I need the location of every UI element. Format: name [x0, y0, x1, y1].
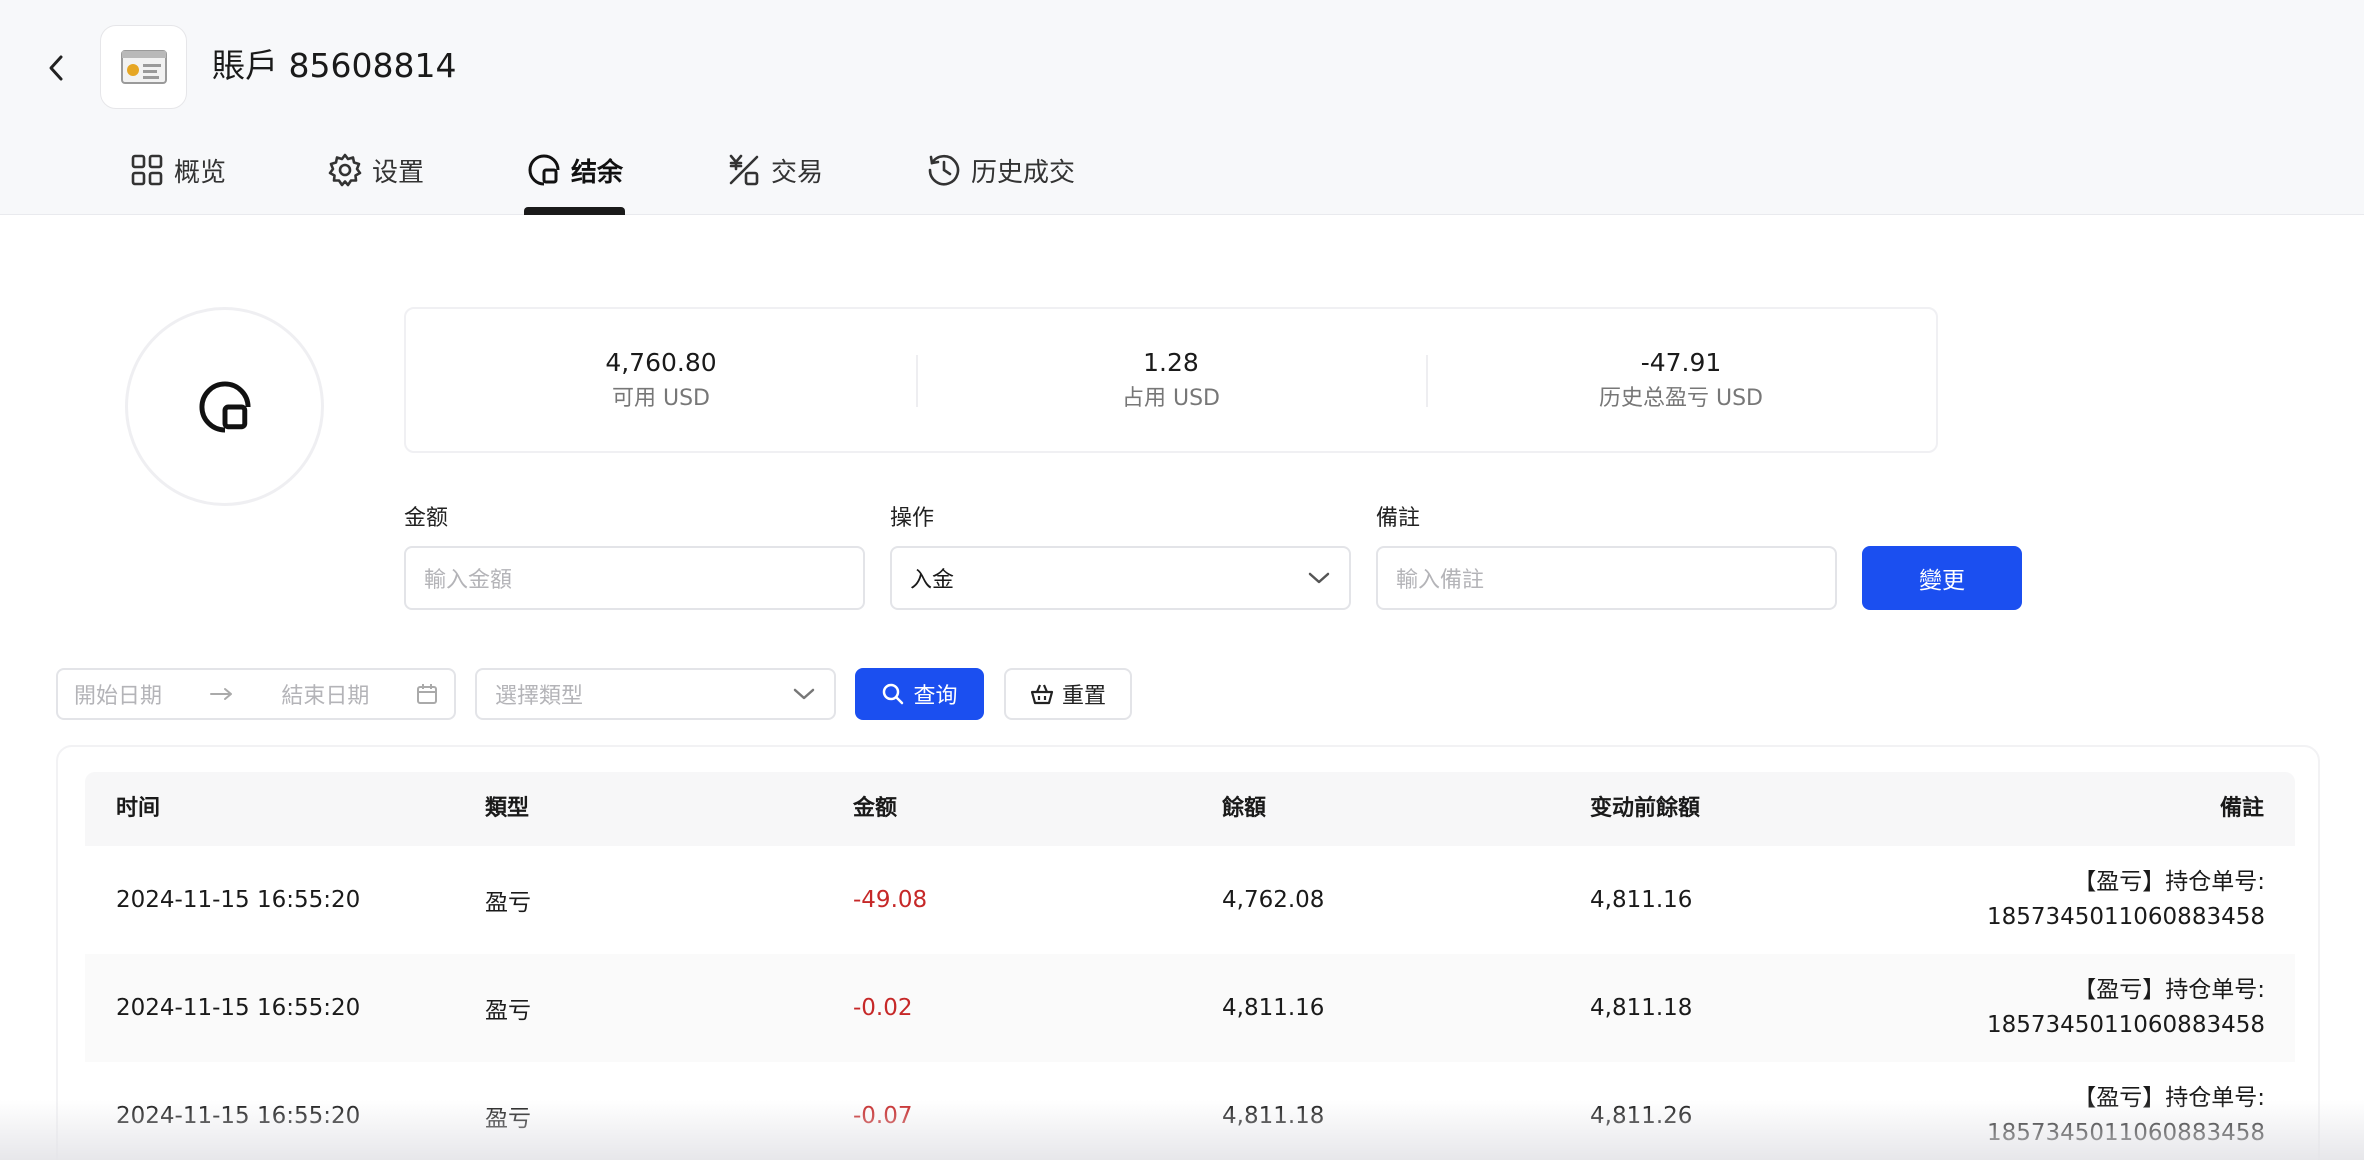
tab-balance[interactable]: 结余 — [527, 140, 623, 200]
transactions-table: 时间 類型 金额 餘額 变动前餘額 備註 2024-11-15 16:55:20… — [56, 745, 2320, 1160]
cell-balance: 4,811.18 — [1222, 1103, 1325, 1129]
cell-time: 2024-11-15 16:55:20 — [116, 1103, 361, 1129]
account-header: 賬戶 85608814 概览 设置 结余 交易 历史成交 — [0, 0, 2364, 215]
tab-history[interactable]: 历史成交 — [927, 140, 1075, 200]
cell-before-balance: 4,811.18 — [1590, 995, 1693, 1021]
tab-label: 概览 — [174, 157, 227, 188]
tab-bar: 概览 设置 结余 交易 历史成交 — [0, 140, 1200, 215]
tab-label: 历史成交 — [971, 157, 1076, 188]
chevron-left-icon — [49, 55, 63, 81]
cell-amount: -49.08 — [853, 887, 928, 913]
chevron-down-icon — [1308, 572, 1330, 584]
active-tab-indicator — [524, 207, 625, 215]
remark-placeholder: 輸入備註 — [1396, 568, 1485, 593]
basket-icon — [1030, 684, 1054, 705]
operation-value: 入金 — [910, 568, 955, 593]
start-date-placeholder: 開始日期 — [74, 684, 163, 709]
remark-line: 【盈亏】持仓单号: — [2073, 977, 2265, 1003]
amount-input[interactable]: 輸入金額 — [404, 546, 865, 610]
tab-label: 交易 — [771, 157, 824, 188]
table-row[interactable]: 2024-11-15 16:55:20 盈亏 -49.08 4,762.08 4… — [85, 846, 2295, 954]
cell-before-balance: 4,811.16 — [1590, 887, 1693, 913]
total-pnl-value: -47.91 — [1640, 348, 1722, 377]
reset-button[interactable]: 重置 — [1004, 668, 1132, 720]
cell-remark: 【盈亏】持仓单号: 1857345011060883458 — [1987, 954, 2265, 1062]
cell-time: 2024-11-15 16:55:20 — [116, 995, 361, 1021]
total-pnl-label: 历史总盈亏 USD — [1598, 386, 1763, 411]
occupied-label: 占用 USD — [1121, 386, 1220, 411]
arrow-right-icon — [209, 688, 232, 700]
operation-select[interactable]: 入金 — [890, 546, 1351, 610]
column-header-time: 时间 — [116, 796, 161, 821]
history-icon — [928, 154, 960, 186]
change-button-label: 變更 — [1919, 568, 1965, 594]
available-label: 可用 USD — [611, 386, 710, 411]
gear-icon — [328, 153, 362, 187]
balance-icon — [528, 154, 560, 186]
table-row[interactable]: 2024-11-15 16:55:20 盈亏 -0.07 4,811.18 4,… — [85, 1062, 2295, 1160]
cell-remark: 【盈亏】持仓单号: 1857345011060883458 — [1987, 846, 2265, 954]
query-label: 查询 — [913, 684, 958, 709]
table-header: 时间 類型 金额 餘額 变动前餘額 備註 — [85, 772, 2295, 846]
remark-order-id: 1857345011060883458 — [1986, 1012, 2265, 1038]
reset-label: 重置 — [1061, 684, 1106, 709]
total-pnl-stat: -47.91 历史总盈亏 USD — [1426, 309, 1936, 451]
cell-balance: 4,811.16 — [1222, 995, 1325, 1021]
remark-label: 備註 — [1376, 506, 1421, 531]
available-stat: 4,760.80 可用 USD — [406, 309, 916, 451]
tab-settings[interactable]: 设置 — [328, 140, 424, 200]
cell-amount: -0.02 — [853, 995, 913, 1021]
back-button[interactable] — [40, 48, 72, 88]
change-button[interactable]: 變更 — [1862, 546, 2022, 610]
tab-label: 设置 — [372, 157, 425, 188]
column-header-balance: 餘額 — [1222, 796, 1267, 821]
account-logo — [100, 25, 187, 109]
tab-trade[interactable]: 交易 — [727, 140, 823, 200]
end-date-placeholder: 結束日期 — [281, 684, 370, 709]
operation-label: 操作 — [890, 506, 935, 531]
query-button[interactable]: 查询 — [855, 668, 984, 720]
cell-remark: 【盈亏】持仓单号: 1857345011060883458 — [1987, 1062, 2265, 1160]
exchange-icon — [729, 154, 759, 186]
remark-order-id: 1857345011060883458 — [1986, 1120, 2265, 1146]
tab-label: 结余 — [571, 157, 624, 188]
balance-summary: 4,760.80 可用 USD 1.28 占用 USD -47.91 历史总盈亏… — [404, 307, 1938, 453]
amount-placeholder: 輸入金額 — [424, 568, 513, 593]
type-placeholder: 選擇類型 — [495, 684, 584, 709]
available-value: 4,760.80 — [605, 348, 717, 377]
calendar-icon — [417, 684, 437, 704]
column-header-remark: 備註 — [2219, 796, 2264, 821]
cell-amount: -0.07 — [853, 1103, 913, 1129]
id-card-icon — [120, 50, 167, 84]
table-row[interactable]: 2024-11-15 16:55:20 盈亏 -0.02 4,811.16 4,… — [85, 954, 2295, 1062]
remark-line: 【盈亏】持仓单号: — [2073, 869, 2265, 895]
remark-line: 【盈亏】持仓单号: — [2073, 1085, 2265, 1111]
chevron-down-icon — [793, 688, 815, 700]
cell-balance: 4,762.08 — [1222, 887, 1325, 913]
grid-icon — [131, 154, 163, 186]
cell-before-balance: 4,811.26 — [1590, 1103, 1693, 1129]
column-header-amount: 金额 — [853, 796, 898, 821]
search-icon — [883, 683, 904, 705]
date-range-picker[interactable]: 開始日期 結束日期 — [56, 668, 456, 720]
type-select[interactable]: 選擇類型 — [475, 668, 836, 720]
cell-type: 盈亏 — [485, 890, 531, 916]
column-header-before-balance: 变动前餘額 — [1590, 796, 1701, 821]
page-title: 賬戶 85608814 — [212, 46, 457, 85]
remark-order-id: 1857345011060883458 — [1986, 904, 2265, 930]
balance-icon — [199, 381, 251, 433]
occupied-stat: 1.28 占用 USD — [916, 309, 1426, 451]
remark-input[interactable]: 輸入備註 — [1376, 546, 1837, 610]
occupied-value: 1.28 — [1143, 348, 1199, 377]
tab-overview[interactable]: 概览 — [130, 140, 226, 200]
amount-label: 金额 — [404, 506, 449, 531]
balance-avatar — [125, 307, 324, 506]
cell-time: 2024-11-15 16:55:20 — [116, 887, 361, 913]
column-header-type: 類型 — [485, 796, 530, 821]
cell-type: 盈亏 — [485, 998, 531, 1024]
cell-type: 盈亏 — [485, 1106, 531, 1132]
